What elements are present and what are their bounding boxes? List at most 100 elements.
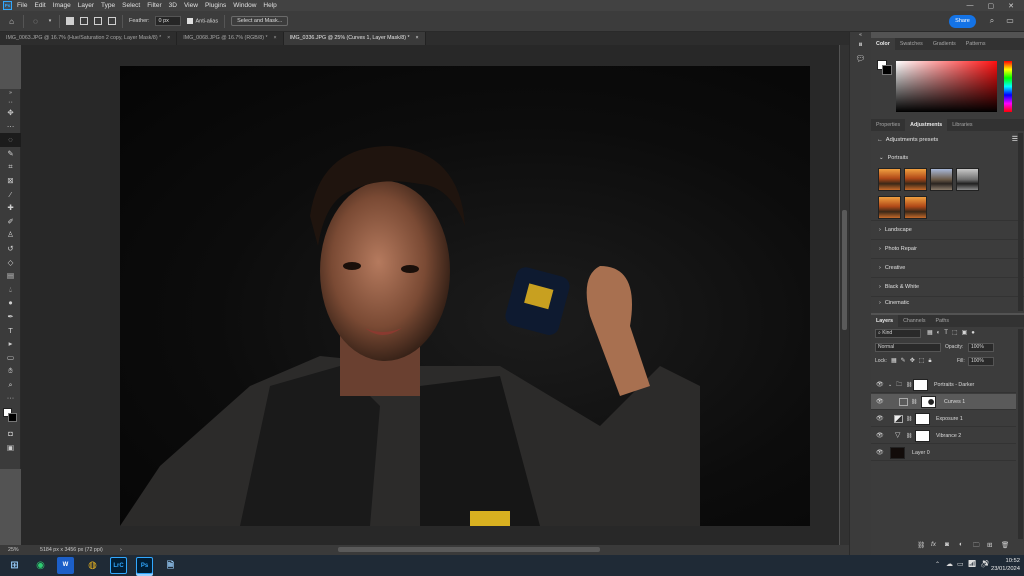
menu-view[interactable]: View [184,2,198,9]
layer-mask-thumbnail[interactable] [921,396,936,408]
section-landscape[interactable]: › Landscape [871,220,1024,239]
more-tools-icon[interactable]: ··· [0,391,21,405]
back-arrow-icon[interactable]: ← [877,137,883,143]
lock-icons[interactable]: ▦✎✥⬚🔒︎ [891,357,936,365]
workspace-icon[interactable]: ▭ [1004,15,1016,27]
layer-0[interactable]: 👁︎ Layer 0 [871,445,1016,461]
hand-tool-icon[interactable]: ✋︎ [0,364,21,378]
background-color-swatch[interactable] [882,65,892,75]
add-mask-icon[interactable]: ◙ [945,541,949,548]
close-icon[interactable]: × [274,32,277,45]
crop-tool-icon[interactable]: ⌗ [0,160,21,174]
path-selection-tool-icon[interactable]: ▸ [0,337,21,351]
preset-thumbnail[interactable] [878,168,901,191]
tab-gradients[interactable]: Gradients [928,38,961,50]
chevron-down-icon[interactable]: ▾ [47,16,53,27]
new-selection-icon[interactable] [66,17,74,25]
fill-input[interactable]: 100% [968,357,994,366]
layers-panel-scrollbar[interactable] [1018,329,1023,539]
windows-start-icon[interactable]: ⊞ [6,557,23,574]
new-adjustment-icon[interactable]: ◐ [959,541,963,548]
minimize-icon[interactable]: — [967,2,974,10]
maximize-icon[interactable]: ▢ [988,2,995,10]
tray-overflow-icon[interactable]: ⌃ [935,561,940,568]
preset-thumbnail[interactable] [930,168,953,191]
collapse-handle-icon[interactable]: » [0,89,21,97]
search-icon[interactable]: ⌕ [986,15,998,27]
layer-mask-thumbnail[interactable] [915,430,930,442]
menu-file[interactable]: File [17,2,27,9]
tab-swatches[interactable]: Swatches [895,38,928,50]
layer-group-portraits-darker[interactable]: 👁︎ ⌄ 🗀︎ ⛓︎ Portraits - Darker [871,377,1016,393]
chain-link-icon[interactable]: ⛓︎ [906,377,912,393]
layer-mask-thumbnail[interactable] [915,413,930,425]
tab-color[interactable]: Color [871,38,895,50]
select-and-mask-button[interactable]: Select and Mask... [231,16,289,26]
collapse-handle-icon[interactable]: « [850,32,871,40]
type-tool-icon[interactable]: T [0,324,21,338]
menu-select[interactable]: Select [122,2,140,9]
eye-icon[interactable]: 👁︎ [876,394,884,410]
tab-img-0068[interactable]: IMG_0068.JPG @ 16.7% (RGB/8) * × [177,32,284,45]
new-group-icon[interactable]: 🗀︎ [973,541,980,552]
document-canvas-photo[interactable] [120,66,810,526]
filter-icons[interactable]: ▦◐T⬚▣● [927,329,979,336]
section-cinematic[interactable]: › Cinematic [871,296,1024,306]
layer-curves-1[interactable]: 👁︎ ⛓︎ Curves 1 [871,394,1016,410]
brush-tool-icon[interactable]: ✐ [0,215,21,229]
quick-mask-icon[interactable]: ◘ [0,427,21,441]
section-black-white[interactable]: › Black & White [871,277,1024,296]
word-icon[interactable]: W [57,557,74,574]
eye-icon[interactable]: 👁︎ [876,377,884,393]
chrome-browser-icon[interactable]: ◍ [84,557,101,574]
pen-tool-icon[interactable]: ✒ [0,310,21,324]
close-icon[interactable]: × [167,32,170,45]
color-picker-field[interactable] [896,61,997,112]
menu-image[interactable]: Image [53,2,71,9]
home-icon[interactable]: ⌂ [6,16,17,27]
history-brush-tool-icon[interactable]: ↺ [0,242,21,256]
chevron-down-icon[interactable]: ⌄ [888,377,892,393]
intersect-selection-icon[interactable] [108,17,116,25]
drag-handle-icon[interactable]: ·· [0,97,21,106]
checkbox-checked-icon[interactable] [187,17,194,24]
lasso-tool-icon[interactable]: ◌ [30,16,41,27]
tab-layers[interactable]: Layers [871,315,899,327]
vertical-scroll-thumb[interactable] [842,210,847,330]
eraser-tool-icon[interactable]: ◇ [0,256,21,270]
menu-layer[interactable]: Layer [78,2,94,9]
layer-mask-thumbnail[interactable] [913,379,928,391]
tab-adjustments[interactable]: Adjustments [905,119,948,131]
share-button[interactable]: Share [949,15,976,28]
chain-link-icon[interactable]: ⛓︎ [911,394,917,410]
gradient-tool-icon[interactable]: ▤ [0,269,21,283]
tab-patterns[interactable]: Patterns [961,38,991,50]
section-photo-repair[interactable]: › Photo Repair [871,239,1024,258]
antialias-checkbox[interactable]: Anti-alias [187,17,218,24]
tab-channels[interactable]: Channels [898,315,930,327]
layer-vibrance-2[interactable]: 👁︎ ▽ ⛓︎ Vibrance 2 [871,428,1016,444]
chain-link-icon[interactable]: ⛓︎ [906,411,912,427]
section-portraits[interactable]: ⌄ Portraits [871,149,1024,168]
horizontal-scroll-thumb[interactable] [338,547,600,552]
quick-select-tool-icon[interactable]: ✎ [0,147,21,161]
preset-thumbnail[interactable] [956,168,979,191]
hue-slider[interactable] [1004,61,1012,112]
healing-brush-tool-icon[interactable]: ✚ [0,201,21,215]
eye-icon[interactable]: 👁︎ [876,411,884,427]
lasso-tool-icon[interactable]: ◌ [0,133,21,147]
link-layers-icon[interactable]: ⛓︎ [917,541,925,549]
history-icon[interactable]: ⏸︎ [850,40,871,54]
tab-paths[interactable]: Paths [930,315,954,327]
opacity-input[interactable]: 100% [968,343,994,352]
blur-tool-icon[interactable]: 💧︎ [0,283,21,297]
dodge-tool-icon[interactable]: ● [0,296,21,310]
eye-icon[interactable]: 👁︎ [876,428,884,444]
notepad-icon[interactable]: 🗎︎ [162,557,179,574]
artboard-tool-icon[interactable]: ⋯ [0,120,21,134]
preset-thumbnail[interactable] [878,195,901,219]
panel-scrollbar[interactable] [1018,133,1023,311]
system-clock[interactable]: 10:52 23/01/2024 [986,557,1020,573]
zoom-tool-icon[interactable]: ⌕ [0,378,21,392]
edge-browser-icon[interactable]: ◉ [32,557,49,574]
